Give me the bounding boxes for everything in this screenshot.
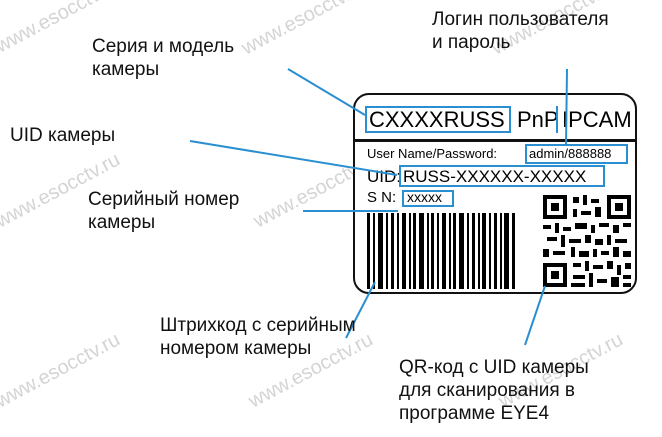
callout-barcode: Штрихкод с серийным номером камеры — [160, 315, 356, 359]
callout-qr: QR-код с UID камеры для сканирования в про… — [399, 357, 589, 424]
leader-line-qr — [524, 285, 546, 346]
leader-line-login — [565, 68, 568, 147]
callout-login: Логин пользователя и пароль — [432, 9, 609, 53]
callout-serial: Серийный номер камеры — [88, 189, 240, 233]
callout-uid: UID камеры — [10, 125, 116, 146]
callout-model: Серия и модель камеры — [92, 36, 235, 80]
leader-line-uid — [189, 140, 398, 176]
leader-line-model — [287, 68, 366, 116]
